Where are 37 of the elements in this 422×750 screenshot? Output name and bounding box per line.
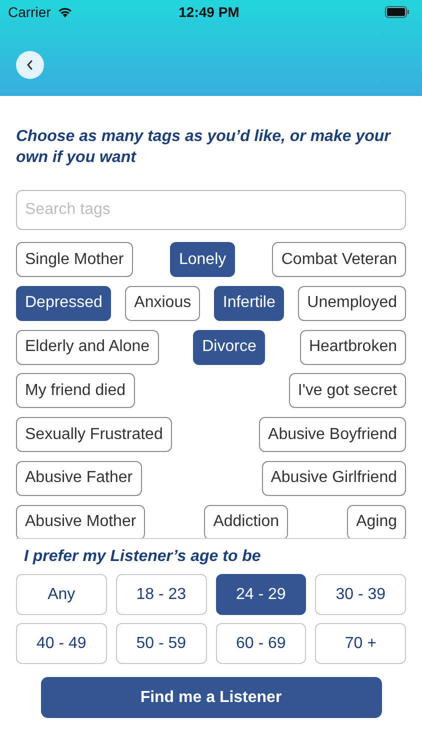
- tag-chip[interactable]: Addiction: [204, 504, 288, 538]
- tag-chip[interactable]: Aging: [347, 504, 406, 538]
- age-option[interactable]: 60 - 69: [216, 623, 306, 664]
- age-option[interactable]: 70 +: [315, 623, 406, 664]
- search-field[interactable]: Search tags: [16, 190, 406, 230]
- carrier-name: Carrier: [8, 4, 51, 20]
- age-option[interactable]: 30 - 39: [315, 574, 406, 615]
- tag-chip[interactable]: Abusive Boyfriend: [259, 417, 406, 452]
- battery-icon: [384, 6, 410, 18]
- age-option[interactable]: 24 - 29: [216, 574, 306, 615]
- age-option[interactable]: 50 - 59: [116, 623, 206, 664]
- status-time: 12:49 PM: [178, 4, 240, 20]
- tag-chip[interactable]: Anxious: [125, 286, 200, 321]
- tag-chip[interactable]: My friend died: [16, 373, 134, 408]
- instruction-text: Choose as many tags as you’d like, or make your own if you want: [16, 127, 392, 168]
- tag-chip[interactable]: Depressed: [16, 286, 112, 321]
- tag-chip[interactable]: Abusive Mother: [16, 504, 146, 538]
- tag-chip[interactable]: I've got secret: [288, 373, 406, 408]
- age-preference-label: I prefer my Listener’s age to be: [24, 548, 262, 566]
- tag-chip[interactable]: Lonely: [170, 242, 236, 277]
- age-option[interactable]: 40 - 49: [16, 623, 107, 664]
- tag-chip[interactable]: Sexually Frustrated: [16, 417, 172, 452]
- tag-chip[interactable]: Abusive Girlfriend: [262, 460, 406, 496]
- tag-chip[interactable]: Infertile: [214, 286, 284, 321]
- tag-chip[interactable]: Heartbroken: [300, 330, 406, 365]
- age-option[interactable]: Any: [16, 574, 107, 615]
- tag-chip[interactable]: Elderly and Alone: [16, 330, 159, 365]
- age-option[interactable]: 18 - 23: [116, 574, 206, 615]
- back-button[interactable]: [16, 51, 44, 79]
- wifi-icon: [56, 6, 73, 18]
- tag-chip[interactable]: Combat Veteran: [272, 242, 406, 277]
- chevron-left-icon: [25, 59, 35, 71]
- tag-chip[interactable]: Abusive Father: [16, 460, 142, 496]
- tag-chip[interactable]: Single Mother: [16, 242, 133, 277]
- tag-chip[interactable]: Unemployed: [298, 286, 406, 321]
- find-listener-button[interactable]: Find me a Listener: [40, 677, 382, 718]
- tag-chip[interactable]: Divorce: [193, 330, 266, 365]
